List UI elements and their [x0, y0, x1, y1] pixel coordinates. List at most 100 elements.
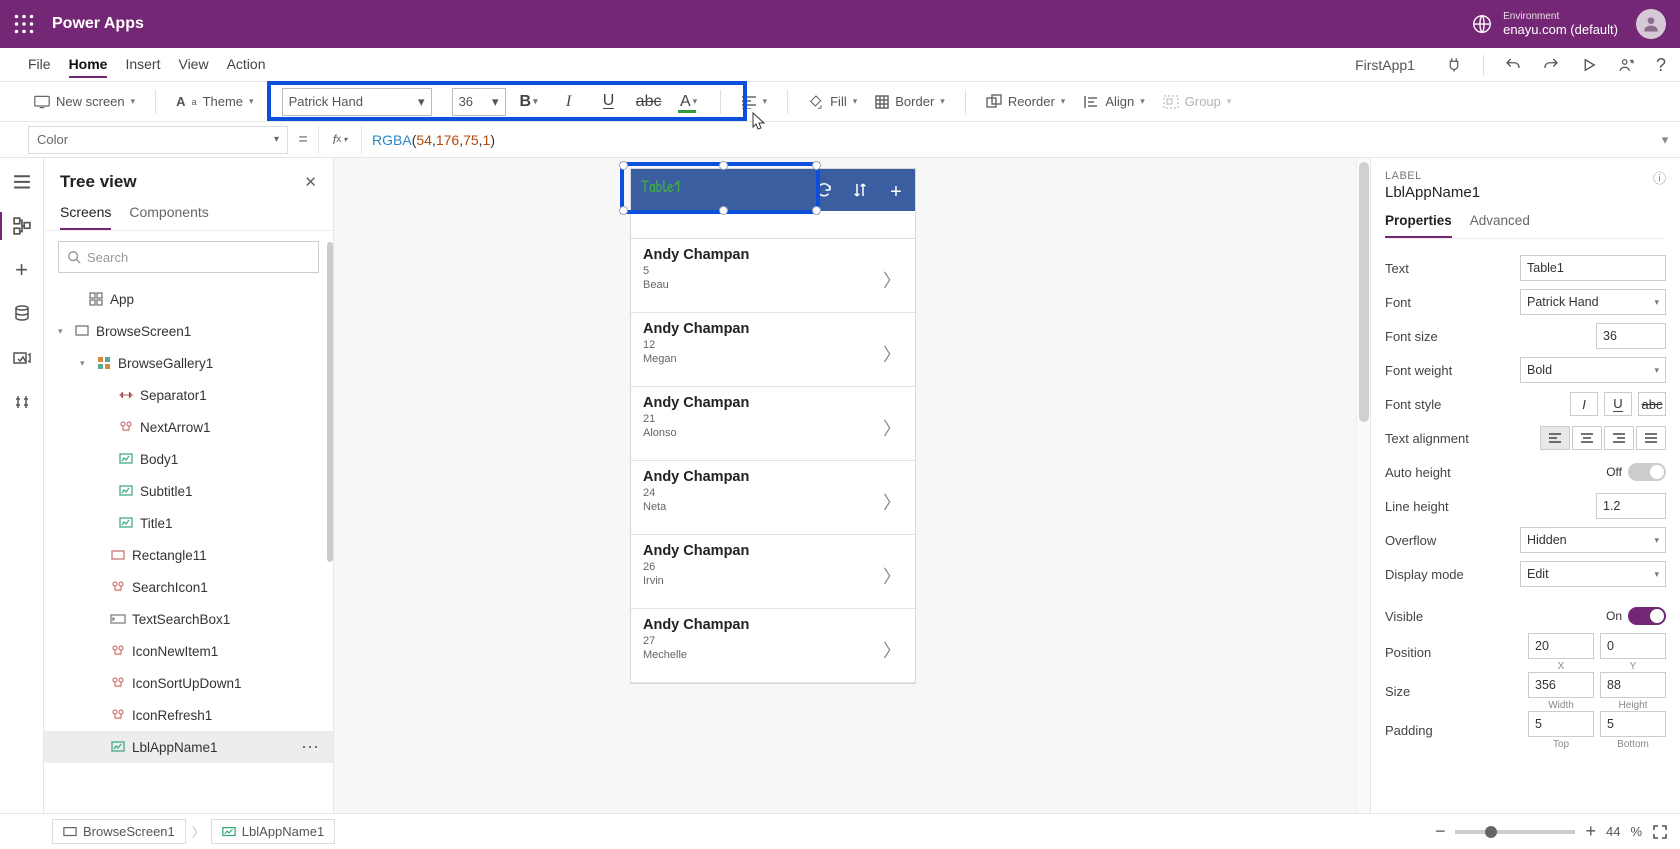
tab-advanced[interactable]: Advanced	[1470, 209, 1530, 238]
prop-lineheight-input[interactable]: 1.2	[1596, 493, 1666, 519]
play-icon[interactable]	[1580, 56, 1598, 74]
pad-b-input[interactable]: 5	[1600, 711, 1666, 737]
autoheight-toggle[interactable]	[1628, 463, 1666, 481]
tree-item[interactable]: IconSortUpDown1	[44, 667, 333, 699]
sort-icon[interactable]	[851, 181, 869, 199]
bold-button[interactable]: B▾	[512, 88, 546, 116]
tree-item[interactable]: IconRefresh1	[44, 699, 333, 731]
menu-file[interactable]: File	[28, 52, 51, 78]
prop-overflow-select[interactable]: Hidden▾	[1520, 527, 1666, 553]
italic-button[interactable]: I	[552, 88, 586, 116]
zoom-in-icon[interactable]: +	[1585, 821, 1596, 842]
tree-item[interactable]: TextSearchBox1	[44, 603, 333, 635]
fit-screen-icon[interactable]	[1652, 824, 1668, 840]
align-left[interactable]	[1540, 426, 1570, 450]
tree-item[interactable]: Separator1	[44, 379, 333, 411]
font-color-button[interactable]: A▾	[672, 88, 706, 116]
property-selector[interactable]: Color▾	[28, 126, 288, 154]
list-item[interactable]: Andy Champan27Mechelle〉	[631, 609, 915, 683]
add-icon[interactable]: +	[887, 181, 905, 199]
tree-item[interactable]: ▾BrowseScreen1	[44, 315, 333, 347]
list-item[interactable]: Andy Champan26Irvin〉	[631, 535, 915, 609]
list-item[interactable]: Andy Champan21Alonso〉	[631, 387, 915, 461]
help-icon[interactable]: ?	[1656, 55, 1666, 76]
menu-action[interactable]: Action	[227, 52, 266, 78]
media-icon[interactable]	[12, 348, 32, 368]
tree-item[interactable]: ▾BrowseGallery1	[44, 347, 333, 379]
underline-toggle[interactable]: U	[1604, 392, 1632, 416]
strike-button[interactable]: abc	[632, 88, 666, 116]
tree-item[interactable]: Body1	[44, 443, 333, 475]
data-icon[interactable]	[12, 304, 32, 324]
italic-toggle[interactable]: I	[1570, 392, 1598, 416]
canvas[interactable]: Table1 + Andy Champan5Beau〉Andy Champan1…	[334, 158, 1370, 813]
app-launcher-icon[interactable]	[14, 14, 34, 34]
environment-picker[interactable]: Environment enayu.com (default)	[1471, 12, 1618, 37]
share-icon[interactable]	[1618, 56, 1636, 74]
tree-item[interactable]: Rectangle11	[44, 539, 333, 571]
list-item[interactable]: Andy Champan24Neta〉	[631, 461, 915, 535]
theme-button[interactable]: Aa Theme▾	[170, 90, 259, 113]
list-item[interactable]: Andy Champan5Beau〉	[631, 239, 915, 313]
file-name[interactable]: FirstApp1	[1355, 57, 1415, 73]
tab-components[interactable]: Components	[129, 198, 208, 230]
new-screen-button[interactable]: New screen▾	[28, 90, 141, 113]
zoom-slider[interactable]	[1455, 830, 1575, 834]
pos-y-input[interactable]: 0	[1600, 633, 1666, 659]
advanced-tools-icon[interactable]	[12, 392, 32, 412]
prop-fontweight-select[interactable]: Bold▾	[1520, 357, 1666, 383]
underline-button[interactable]: U	[592, 88, 626, 116]
menu-home[interactable]: Home	[69, 52, 108, 78]
insert-icon[interactable]: +	[12, 260, 32, 280]
align-center[interactable]	[1572, 426, 1602, 450]
tab-properties[interactable]: Properties	[1385, 209, 1452, 238]
tree-item[interactable]: LblAppName1	[44, 731, 333, 763]
prop-fontsize-input[interactable]: 36	[1596, 323, 1666, 349]
zoom-out-icon[interactable]: −	[1435, 821, 1446, 842]
fx-icon[interactable]: fx▾	[318, 126, 362, 154]
hamburger-icon[interactable]	[12, 172, 32, 192]
undo-icon[interactable]	[1504, 56, 1522, 74]
font-select[interactable]: Patrick Hand▾	[282, 88, 432, 116]
breadcrumb-screen[interactable]: BrowseScreen1	[52, 819, 186, 844]
tree-item[interactable]: IconNewItem1	[44, 635, 333, 667]
tree-item[interactable]: NextArrow1	[44, 411, 333, 443]
pos-x-input[interactable]: 20	[1528, 633, 1594, 659]
tree-item[interactable]: Title1	[44, 507, 333, 539]
prop-display-select[interactable]: Edit▾	[1520, 561, 1666, 587]
prop-font-select[interactable]: Patrick Hand▾	[1520, 289, 1666, 315]
text-align-button[interactable]: ▾	[735, 91, 774, 113]
reorder-button[interactable]: Reorder▾	[980, 90, 1072, 114]
tab-screens[interactable]: Screens	[60, 198, 111, 230]
border-button[interactable]: Border▾	[869, 90, 951, 113]
expand-formula-icon[interactable]: ▾	[1650, 132, 1680, 148]
close-icon[interactable]: ✕	[304, 173, 317, 191]
visible-toggle[interactable]	[1628, 607, 1666, 625]
formula-input[interactable]: RGBA(54, 176, 75, 1)	[362, 126, 1650, 154]
size-w-input[interactable]: 356	[1528, 672, 1594, 698]
align-right[interactable]	[1604, 426, 1634, 450]
tree-item[interactable]: App	[44, 283, 333, 315]
help-icon[interactable]: ⓘ	[1653, 168, 1666, 187]
canvas-scrollbar[interactable]	[1356, 158, 1370, 813]
tree-view-icon[interactable]	[12, 216, 32, 236]
align-justify[interactable]	[1636, 426, 1666, 450]
size-h-input[interactable]: 88	[1600, 672, 1666, 698]
scrollbar-thumb[interactable]	[327, 242, 333, 562]
menu-insert[interactable]: Insert	[125, 52, 160, 78]
tree-search[interactable]: Search	[58, 241, 319, 273]
redo-icon[interactable]	[1542, 56, 1560, 74]
align-button[interactable]: Align▾	[1077, 90, 1150, 113]
breadcrumb-control[interactable]: LblAppName1	[211, 819, 335, 844]
prop-text-input[interactable]: Table1	[1520, 255, 1666, 281]
list-item[interactable]: Andy Champan12Megan〉	[631, 313, 915, 387]
user-avatar[interactable]	[1636, 9, 1666, 39]
fill-button[interactable]: Fill▾	[802, 90, 863, 114]
pad-t-input[interactable]: 5	[1528, 711, 1594, 737]
strike-toggle[interactable]: abc	[1638, 392, 1666, 416]
app-checker-icon[interactable]	[1445, 56, 1463, 74]
menu-view[interactable]: View	[178, 52, 208, 78]
tree-item[interactable]: Subtitle1	[44, 475, 333, 507]
tree-item[interactable]: SearchIcon1	[44, 571, 333, 603]
font-size-select[interactable]: 36▾	[452, 88, 506, 116]
